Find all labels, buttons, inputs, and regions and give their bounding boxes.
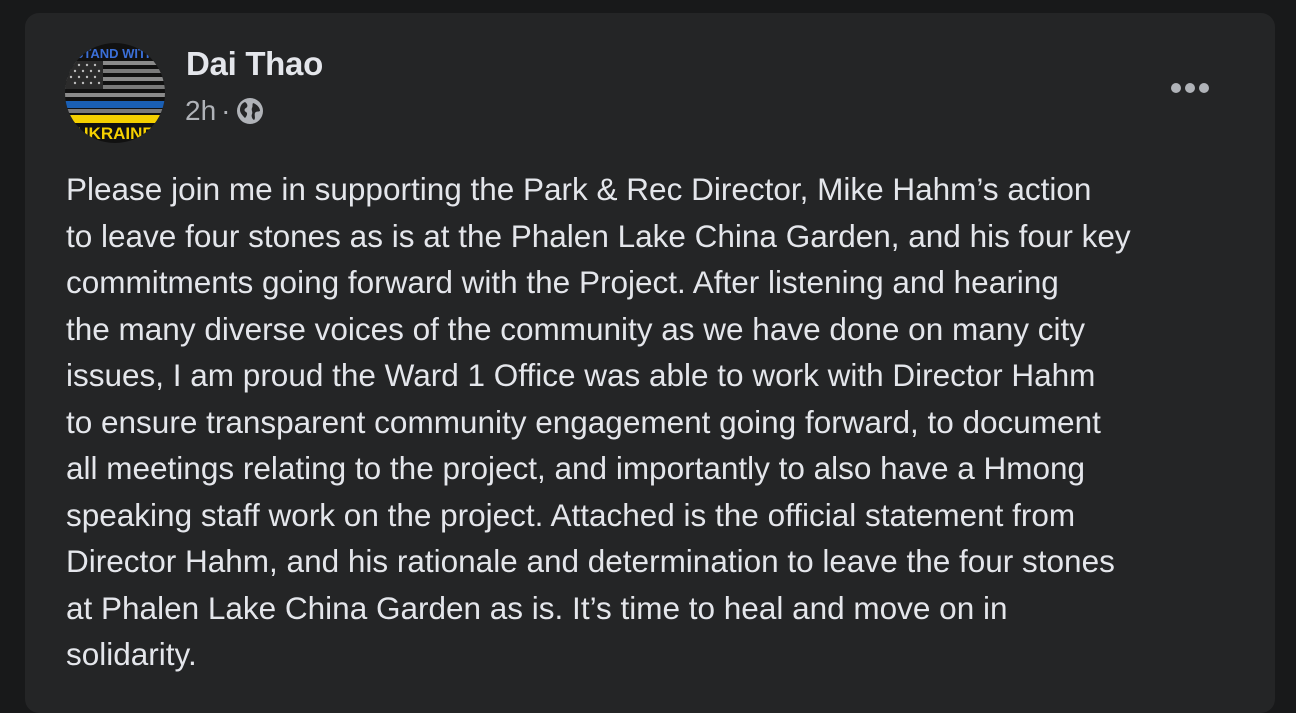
more-options-button[interactable] — [1161, 67, 1219, 109]
profile-avatar[interactable]: STAND WITH UKRAINE — [65, 43, 165, 143]
post-timestamp[interactable]: 2h — [185, 95, 216, 127]
more-options-icon — [1171, 83, 1209, 93]
post-body-text: Please join me in supporting the Park & … — [66, 171, 1131, 672]
stand-with-ukraine-flag-image: STAND WITH UKRAINE — [65, 43, 165, 143]
post-meta: 2h · — [185, 93, 264, 129]
svg-text:UKRAINE: UKRAINE — [76, 124, 153, 143]
globe-icon[interactable] — [236, 97, 264, 125]
meta-separator: · — [221, 95, 231, 126]
post-card: STAND WITH UKRAINE Dai Thao 2h · Please … — [25, 13, 1275, 713]
svg-text:STAND WITH: STAND WITH — [75, 46, 156, 61]
post-author-name[interactable]: Dai Thao — [186, 45, 323, 83]
